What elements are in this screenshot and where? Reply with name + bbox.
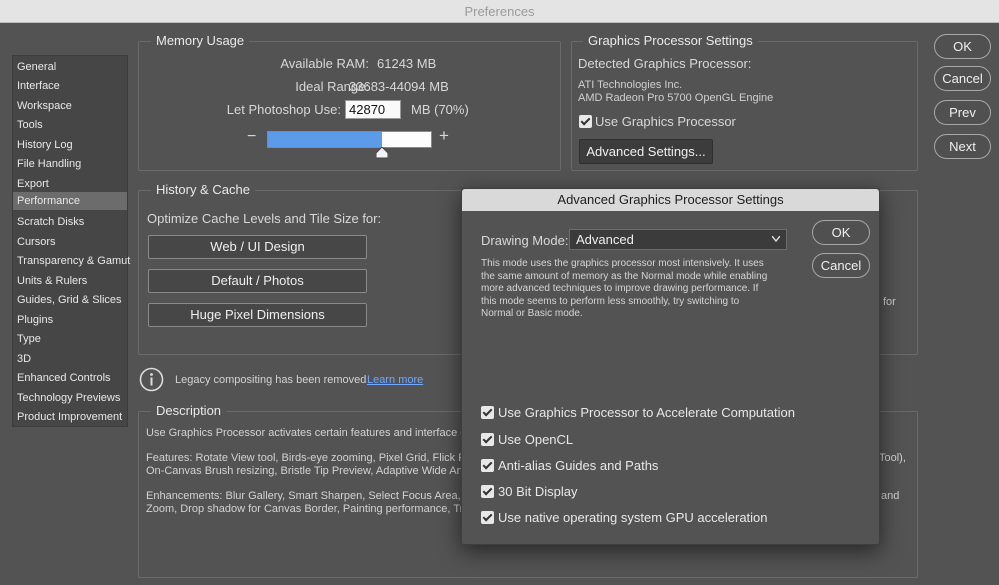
dialog-ok-button[interactable]: OK — [812, 220, 870, 245]
prev-button[interactable]: Prev — [934, 100, 991, 125]
gpu-vendor: ATI Technologies Inc. — [578, 79, 683, 91]
memory-use-input[interactable]: 42870 — [345, 100, 401, 119]
description-line: Normal or Basic mode. — [481, 308, 583, 320]
sidebar-item-cursors[interactable]: Cursors — [17, 236, 56, 248]
chevron-down-icon — [772, 236, 780, 242]
description-line: the same amount of memory as the Normal … — [481, 270, 768, 282]
description-line-1: Use Graphics Processor activates certain… — [146, 427, 473, 439]
dialog-cancel-button[interactable]: Cancel — [812, 253, 870, 278]
description-line-5: Zoom, Drop shadow for Canvas Border, Pai… — [146, 503, 482, 515]
plus-icon[interactable]: + — [439, 126, 449, 146]
sidebar-item-product-improvement[interactable]: Product Improvement — [17, 411, 122, 423]
legacy-compositing-text: Legacy compositing has been removed — [175, 374, 367, 386]
native-gpu-acceleration-label: Use native operating system GPU accelera… — [498, 510, 768, 525]
sidebar-item-scratch-disks[interactable]: Scratch Disks — [17, 216, 84, 228]
sidebar-item-file-handling[interactable]: File Handling — [17, 158, 81, 170]
minus-icon[interactable]: − — [247, 128, 256, 146]
drawing-mode-description: This mode uses the graphics processor mo… — [481, 258, 767, 321]
sidebar-item-tools[interactable]: Tools — [17, 119, 43, 131]
photoshop-use-label: Let Photoshop Use: — [226, 102, 341, 117]
advanced-settings-button[interactable]: Advanced Settings... — [579, 139, 713, 164]
default-photos-button[interactable]: Default / Photos — [148, 269, 367, 293]
sidebar-item-performance[interactable]: Performance — [13, 192, 127, 210]
drawing-mode-select[interactable]: Advanced — [569, 229, 787, 250]
drawing-mode-value: Advanced — [576, 232, 634, 247]
gpu-settings-title: Graphics Processor Settings — [583, 33, 758, 48]
sidebar-item-export[interactable]: Export — [17, 178, 49, 190]
description-line-3: On-Canvas Brush resizing, Bristle Tip Pr… — [146, 465, 478, 477]
accelerate-computation-checkbox[interactable] — [481, 406, 494, 419]
sidebar-item-interface[interactable]: Interface — [17, 80, 60, 92]
sidebar-item-workspace[interactable]: Workspace — [17, 100, 72, 112]
sidebar-item-enhanced-controls[interactable]: Enhanced Controls — [17, 372, 111, 384]
sidebar-item-history-log[interactable]: History Log — [17, 139, 73, 151]
history-cache-title: History & Cache — [151, 182, 255, 197]
gpu-settings-group: Graphics Processor Settings Detected Gra… — [571, 33, 918, 171]
optimize-cache-label: Optimize Cache Levels and Tile Size for: — [147, 211, 382, 226]
sidebar-item-plugins[interactable]: Plugins — [17, 314, 53, 326]
detected-gpu-label: Detected Graphics Processor: — [578, 56, 752, 71]
advanced-gpu-dialog: Advanced Graphics Processor Settings Dra… — [461, 188, 880, 545]
use-opencl-label: Use OpenCL — [498, 432, 574, 447]
description-line: This mode uses the graphics processor mo… — [481, 258, 764, 269]
use-gpu-checkbox[interactable] — [579, 115, 592, 128]
sidebar-item-guides-grid-slices[interactable]: Guides, Grid & Slices — [17, 294, 122, 306]
sidebar-item-transparency-gamut[interactable]: Transparency & Gamut — [17, 255, 130, 267]
description-line-2: Features: Rotate View tool, Birds-eye zo… — [146, 452, 478, 464]
30-bit-display-label: 30 Bit Display — [498, 484, 578, 499]
description-line: this mode seems to perform less smoothly… — [481, 295, 740, 307]
sidebar-item-technology-previews[interactable]: Technology Previews — [17, 392, 120, 404]
memory-usage-group: Memory Usage Available RAM: 61243 MB Ide… — [138, 33, 561, 171]
available-ram-value: 61243 MB — [377, 56, 437, 71]
ideal-range-label: Ideal Range: — [295, 79, 369, 94]
dialog-title: Advanced Graphics Processor Settings — [462, 189, 879, 211]
window-title: Preferences — [0, 0, 999, 23]
description-line-4-right: and — [881, 490, 900, 502]
available-ram-label: Available RAM: — [280, 56, 369, 71]
sidebar-item-3d[interactable]: 3D — [17, 353, 31, 365]
accelerate-computation-label: Use Graphics Processor to Accelerate Com… — [498, 405, 795, 420]
next-button[interactable]: Next — [934, 134, 991, 159]
description-line: more advanced techniques to improve draw… — [481, 283, 759, 295]
memory-usage-title: Memory Usage — [151, 33, 250, 48]
learn-more-link[interactable]: Learn more — [367, 374, 423, 386]
ok-button[interactable]: OK — [934, 34, 991, 59]
anti-alias-guides-label: Anti-alias Guides and Paths — [498, 458, 659, 473]
huge-pixel-dimensions-button[interactable]: Huge Pixel Dimensions — [148, 303, 367, 327]
sidebar-item-units-rulers[interactable]: Units & Rulers — [17, 275, 87, 287]
memory-use-suffix: MB (70%) — [411, 102, 469, 117]
anti-alias-guides-checkbox[interactable] — [481, 459, 494, 472]
ideal-range-value: 33683-44094 MB — [349, 79, 449, 94]
use-opencl-checkbox[interactable] — [481, 433, 494, 446]
memory-slider-fill — [268, 132, 382, 147]
info-icon — [139, 367, 164, 392]
description-line-4: Enhancements: Blur Gallery, Smart Sharpe… — [146, 490, 483, 502]
cancel-button[interactable]: Cancel — [934, 66, 991, 91]
30-bit-display-checkbox[interactable] — [481, 485, 494, 498]
sidebar-item-general[interactable]: General — [17, 61, 56, 73]
description-title: Description — [151, 403, 227, 418]
sidebar-item-type[interactable]: Type — [17, 333, 41, 345]
gpu-model: AMD Radeon Pro 5700 OpenGL Engine — [578, 92, 774, 104]
drawing-mode-label: Drawing Mode: — [481, 233, 569, 248]
web-ui-design-button[interactable]: Web / UI Design — [148, 235, 367, 259]
slider-thumb-icon — [376, 147, 388, 159]
memory-slider-track[interactable] — [267, 131, 432, 148]
description-line-2-right: Tool), — [879, 452, 906, 464]
preferences-sidebar: General Interface Workspace Tools Histor… — [12, 55, 130, 427]
native-gpu-acceleration-checkbox[interactable] — [481, 511, 494, 524]
use-gpu-label: Use Graphics Processor — [595, 114, 736, 129]
history-right-fragment: for — [883, 296, 896, 308]
